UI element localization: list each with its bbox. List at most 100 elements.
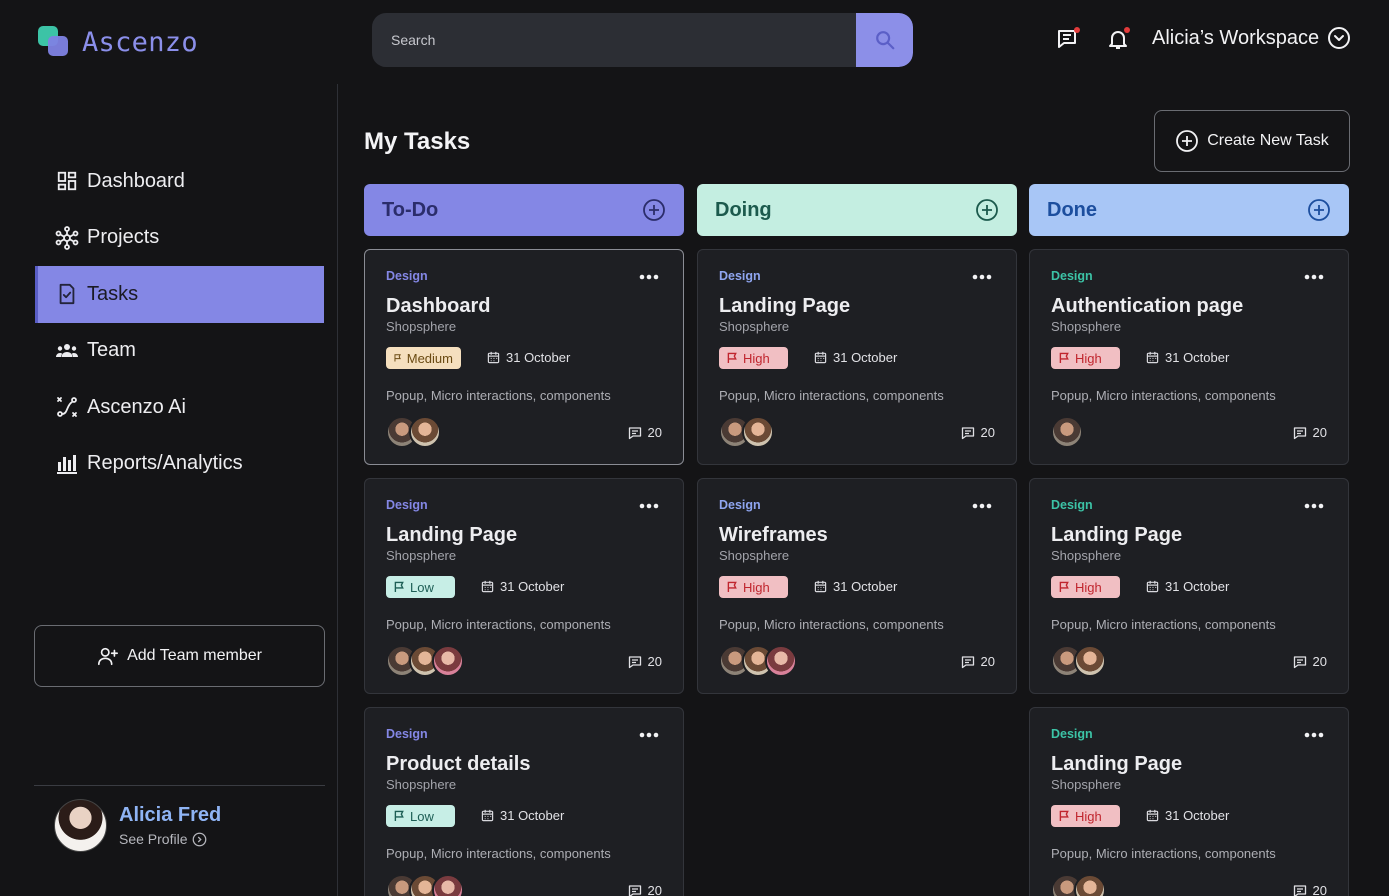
due-date-label: 31 October	[500, 808, 565, 823]
due-date: 31 October	[487, 350, 570, 365]
comment-count[interactable]: 20	[628, 654, 662, 669]
assignee-avatar[interactable]	[432, 874, 464, 896]
task-card[interactable]: Design Landing Page Shopsphere High 31 Octob…	[1029, 478, 1349, 694]
add-task-plus-icon[interactable]	[642, 198, 666, 222]
due-date-label: 31 October	[1165, 350, 1230, 365]
dashboard-icon	[55, 169, 79, 193]
task-card[interactable]: Design Landing Page Shopsphere High 31 Octob…	[1029, 707, 1349, 896]
add-task-plus-icon[interactable]	[975, 198, 999, 222]
assignee-avatar[interactable]	[1051, 416, 1083, 448]
sidebar-item-team[interactable]: Team	[35, 323, 324, 380]
add-team-member-label: Add Team member	[127, 647, 262, 664]
task-description: Popup, Micro interactions, components	[1051, 846, 1276, 861]
add-task-plus-icon[interactable]	[1307, 198, 1331, 222]
chevron-down-icon	[1328, 27, 1351, 49]
comment-icon	[628, 884, 641, 896]
comment-count[interactable]: 20	[961, 425, 995, 440]
sidebar-item-reports[interactable]: Reports/Analytics	[35, 436, 324, 493]
priority-badge: High	[1051, 347, 1120, 369]
task-title: Landing Page	[719, 295, 851, 317]
comment-count[interactable]: 20	[628, 883, 662, 896]
add-user-icon	[98, 647, 119, 666]
more-options-icon[interactable]	[1304, 503, 1324, 509]
assignee-avatars	[386, 645, 464, 677]
avatar	[54, 799, 107, 852]
task-card[interactable]: Design Landing Page Shopsphere Low 31 Octobe…	[364, 478, 684, 694]
more-options-icon[interactable]	[1304, 274, 1324, 280]
comment-count[interactable]: 20	[961, 654, 995, 669]
more-options-icon[interactable]	[639, 732, 659, 738]
see-profile-link[interactable]: See Profile	[119, 831, 221, 847]
search-input[interactable]	[372, 13, 856, 67]
search-button[interactable]	[856, 13, 913, 67]
comment-count[interactable]: 20	[1293, 883, 1327, 896]
calendar-icon	[1146, 809, 1159, 822]
task-tag: Design	[1051, 727, 1093, 741]
comment-icon	[1293, 655, 1306, 668]
task-description: Popup, Micro interactions, components	[386, 388, 611, 403]
more-options-icon[interactable]	[972, 274, 992, 280]
assignee-avatars	[1051, 645, 1106, 677]
assignee-avatar[interactable]	[432, 645, 464, 677]
task-description: Popup, Micro interactions, components	[386, 846, 611, 861]
assignee-avatar[interactable]	[409, 416, 441, 448]
workspace-switcher[interactable]: Alicia’s Workspace	[1152, 26, 1351, 50]
task-project: Shopsphere	[386, 548, 457, 563]
assignee-avatars	[386, 416, 441, 448]
more-options-icon[interactable]	[1304, 732, 1324, 738]
task-tag: Design	[386, 727, 428, 741]
due-date-label: 31 October	[833, 579, 898, 594]
column-done: Done	[1029, 184, 1349, 236]
create-task-button[interactable]: Create New Task	[1154, 110, 1350, 172]
sidebar-item-dashboard[interactable]: Dashboard	[35, 153, 324, 210]
flag-icon	[394, 581, 404, 593]
due-date: 31 October	[1146, 350, 1229, 365]
task-project: Shopsphere	[719, 319, 790, 334]
assignee-avatar[interactable]	[1074, 645, 1106, 677]
task-description: Popup, Micro interactions, components	[719, 617, 944, 632]
calendar-icon	[481, 809, 494, 822]
assignee-avatar[interactable]	[742, 416, 774, 448]
comment-count[interactable]: 20	[628, 425, 662, 440]
plus-circle-icon	[1176, 130, 1199, 152]
assignee-avatar[interactable]	[765, 645, 797, 677]
comment-count[interactable]: 20	[1293, 425, 1327, 440]
due-date-label: 31 October	[506, 350, 571, 365]
messages-button[interactable]	[1055, 26, 1081, 52]
task-tag: Design	[1051, 269, 1093, 283]
header-actions	[1055, 26, 1131, 52]
due-date-label: 31 October	[1165, 808, 1230, 823]
more-options-icon[interactable]	[972, 503, 992, 509]
sidebar-item-label: Ascenzo Ai	[87, 395, 186, 418]
assignee-avatar[interactable]	[1074, 874, 1106, 896]
comment-count[interactable]: 20	[1293, 654, 1327, 669]
task-card[interactable]: Design Wireframes Shopsphere High 31 October…	[697, 478, 1017, 694]
priority-badge: High	[719, 347, 788, 369]
notifications-button[interactable]	[1105, 26, 1131, 52]
task-title: Wireframes	[719, 524, 828, 546]
sidebar-item-tasks[interactable]: Tasks	[35, 266, 324, 323]
task-card[interactable]: Design Authentication page Shopsphere High 3…	[1029, 249, 1349, 465]
task-card[interactable]: Design Landing Page Shopsphere High 31 Octob…	[697, 249, 1017, 465]
flag-icon	[394, 354, 401, 362]
sidebar-item-projects[interactable]: Projects	[35, 210, 324, 267]
assignee-avatars	[1051, 416, 1083, 448]
page-title: My Tasks	[364, 128, 471, 155]
sidebar-item-ascenzo-ai[interactable]: Ascenzo Ai	[35, 379, 324, 436]
column-header: To-Do	[364, 184, 684, 236]
profile-name: Alicia Fred	[119, 804, 222, 826]
app-logo[interactable]: Ascenzo	[38, 26, 198, 58]
column-header: Done	[1029, 184, 1349, 236]
task-card[interactable]: Design Product details Shopsphere Low 31 Oct…	[364, 707, 684, 896]
more-options-icon[interactable]	[639, 274, 659, 280]
profile-card[interactable]: Alicia Fred See Profile	[54, 799, 221, 852]
sidebar-nav: Dashboard Projects Tasks Team Ascenzo Ai…	[35, 153, 324, 492]
task-card[interactable]: Design Dashboard Shopsphere Medium 31 Octobe…	[364, 249, 684, 465]
column-header: Doing	[697, 184, 1017, 236]
workspace-name: Alicia’s Workspace	[1152, 26, 1320, 49]
due-date-label: 31 October	[1165, 579, 1230, 594]
more-options-icon[interactable]	[639, 503, 659, 509]
task-description: Popup, Micro interactions, components	[386, 617, 611, 632]
add-team-member-button[interactable]: Add Team member	[34, 625, 325, 687]
flag-icon	[1059, 352, 1069, 364]
